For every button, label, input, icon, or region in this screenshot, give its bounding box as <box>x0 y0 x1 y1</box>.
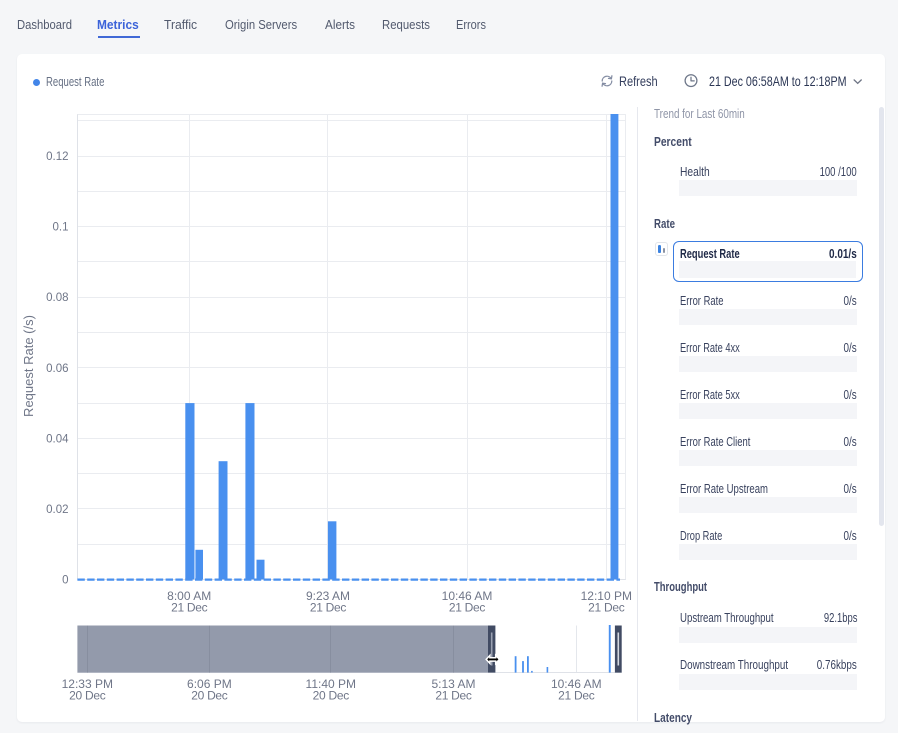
svg-text:0.08: 0.08 <box>46 292 68 304</box>
svg-text:0: 0 <box>62 574 68 586</box>
svg-text:0.06: 0.06 <box>46 363 68 375</box>
svg-text:20 Dec: 20 Dec <box>191 689 228 703</box>
svg-text:21 Dec: 21 Dec <box>588 601 625 615</box>
svg-text:0.02: 0.02 <box>46 504 68 516</box>
svg-text:21 Dec: 21 Dec <box>310 601 347 615</box>
svg-text:21 Dec: 21 Dec <box>449 601 486 615</box>
svg-text:21 Dec: 21 Dec <box>435 689 472 703</box>
svg-text:0.04: 0.04 <box>46 433 69 445</box>
svg-text:20 Dec: 20 Dec <box>69 689 106 703</box>
svg-text:0.1: 0.1 <box>53 222 69 234</box>
svg-text:20 Dec: 20 Dec <box>313 689 350 703</box>
svg-text:21 Dec: 21 Dec <box>558 689 595 703</box>
svg-text:21 Dec: 21 Dec <box>171 601 208 615</box>
svg-text:Request Rate (/s): Request Rate (/s) <box>21 315 36 417</box>
svg-text:0.12: 0.12 <box>46 151 68 163</box>
